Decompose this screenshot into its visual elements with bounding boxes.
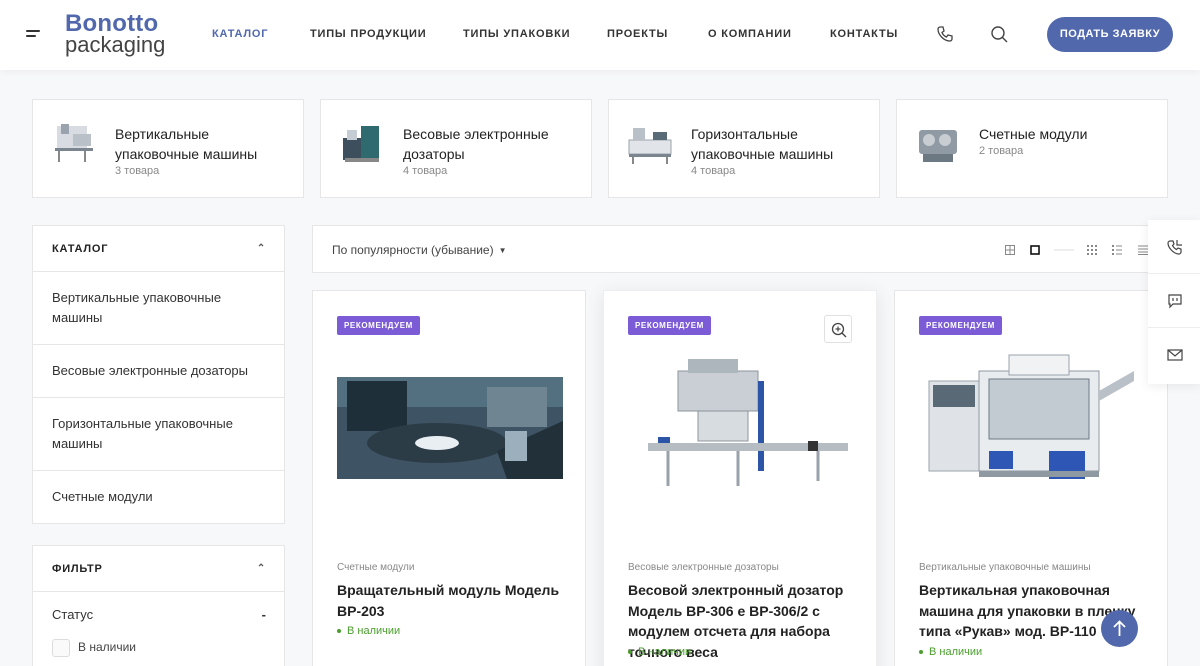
recommended-badge: РЕКОМЕНДУЕМ xyxy=(337,316,420,335)
scroll-to-top-button[interactable] xyxy=(1101,610,1138,647)
category-thumbnail xyxy=(343,126,379,162)
product-image[interactable] xyxy=(628,351,854,509)
product-category: Счетные модули xyxy=(337,562,415,573)
submit-request-button[interactable]: ПОДАТЬ ЗАЯВКУ xyxy=(1047,17,1173,52)
product-category: Вертикальные упаковочные машины xyxy=(919,562,1091,573)
stock-status: В наличии xyxy=(628,646,691,658)
filter-in-stock[interactable]: В наличии xyxy=(33,638,284,662)
sidebar-filter-header[interactable]: ФИЛЬТР ⌃ xyxy=(33,546,284,592)
stock-dot xyxy=(628,650,632,655)
stock-status: В наличии xyxy=(337,625,400,637)
logo-line2: packaging xyxy=(65,32,166,57)
zoom-in-icon xyxy=(831,322,847,338)
caret-down-icon: ▼ xyxy=(498,246,507,256)
sidebar-item-horizontal[interactable]: Горизонтальные упаковочные машины xyxy=(33,398,284,471)
category-count: 4 товара xyxy=(403,165,448,177)
stock-dot xyxy=(337,629,341,634)
sidebar-catalog-header[interactable]: КАТАЛОГ ⌃ xyxy=(33,226,284,272)
category-thumbnail xyxy=(628,128,672,164)
category-card[interactable]: Весовые электронные дозаторы 4 товара xyxy=(320,99,592,198)
product-card[interactable]: РЕКОМЕНДУЕМ Весовые электронные дозаторы… xyxy=(603,290,877,666)
product-category: Весовые электронные дозаторы xyxy=(628,562,779,573)
chat-button[interactable] xyxy=(1148,274,1200,328)
stock-label: В наличии xyxy=(638,646,692,658)
stock-label: В наличии xyxy=(347,625,401,637)
sort-bar: По популярности (убывание) ▼ xyxy=(312,225,1168,273)
nav-about[interactable]: О КОМПАНИИ xyxy=(708,28,792,40)
site-header: Bonotto packaging КАТАЛОГ ТИПЫ ПРОДУКЦИИ… xyxy=(0,0,1200,70)
category-count: 4 товара xyxy=(691,165,736,177)
stock-status: В наличии xyxy=(919,646,982,658)
divider-line xyxy=(1054,249,1074,251)
product-image[interactable] xyxy=(919,351,1145,509)
category-card[interactable]: Горизонтальные упаковочные машины 4 това… xyxy=(608,99,880,198)
phone-icon[interactable] xyxy=(936,25,954,43)
nav-product-types[interactable]: ТИПЫ ПРОДУКЦИИ xyxy=(310,28,426,40)
stock-dot xyxy=(919,650,923,655)
sidebar-item-counting[interactable]: Счетные модули xyxy=(33,471,284,523)
nav-packaging-types[interactable]: ТИПЫ УПАКОВКИ xyxy=(463,28,570,40)
category-count: 3 товара xyxy=(115,165,160,177)
nav-contacts[interactable]: КОНТАКТЫ xyxy=(830,28,898,40)
product-image[interactable] xyxy=(337,351,563,509)
chevron-up-icon[interactable]: ⌃ xyxy=(257,546,266,592)
product-card[interactable]: РЕКОМЕНДУЕМ Вертикальные упаковочные маш… xyxy=(894,290,1168,666)
zoom-button[interactable] xyxy=(824,315,852,343)
category-thumbnail xyxy=(919,130,957,162)
menu-icon[interactable] xyxy=(26,30,40,40)
stock-label: В наличии xyxy=(929,646,983,658)
sort-label: По популярности (убывание) xyxy=(332,243,494,257)
category-card[interactable]: Вертикальные упаковочные машины 3 товара xyxy=(32,99,304,198)
sidebar-catalog: КАТАЛОГ ⌃ Вертикальные упаковочные машин… xyxy=(32,225,285,524)
grid-large-icon[interactable] xyxy=(1005,245,1015,255)
sidebar-filter: ФИЛЬТР ⌃ Статус - В наличии xyxy=(32,545,285,666)
filter-status-group[interactable]: Статус - xyxy=(33,592,284,638)
in-stock-checkbox[interactable] xyxy=(52,638,70,657)
category-card[interactable]: Счетные модули 2 товара xyxy=(896,99,1168,198)
category-name: Горизонтальные упаковочные машины xyxy=(691,126,834,162)
list-compact-icon[interactable] xyxy=(1138,245,1148,255)
search-icon[interactable] xyxy=(990,25,1008,43)
mail-icon xyxy=(1167,349,1183,361)
category-name: Весовые электронные дозаторы xyxy=(403,126,549,162)
product-card[interactable]: РЕКОМЕНДУЕМ Счетные модули Вращательный … xyxy=(312,290,586,666)
chevron-up-icon[interactable]: ⌃ xyxy=(257,226,266,272)
recommended-badge: РЕКОМЕНДУЕМ xyxy=(628,316,711,335)
category-name: Вертикальные упаковочные машины xyxy=(115,126,258,162)
arrow-up-icon xyxy=(1113,620,1126,636)
sidebar-item-weighers[interactable]: Весовые электронные дозаторы xyxy=(33,345,284,398)
sidebar-item-vertical[interactable]: Вертикальные упаковочные машины xyxy=(33,272,284,345)
collapse-icon[interactable]: - xyxy=(262,592,266,638)
filter-status-label: Статус xyxy=(52,607,94,622)
category-count: 2 товара xyxy=(979,145,1024,157)
sidebar-filter-title: ФИЛЬТР xyxy=(52,563,103,575)
sort-dropdown[interactable]: По популярности (убывание) ▼ xyxy=(332,243,507,257)
recommended-badge: РЕКОМЕНДУЕМ xyxy=(919,316,1002,335)
contact-float-panel xyxy=(1148,220,1200,384)
list-icon[interactable] xyxy=(1112,245,1122,255)
callback-button[interactable] xyxy=(1148,220,1200,274)
chat-icon xyxy=(1168,294,1182,309)
nav-projects[interactable]: ПРОЕКТЫ xyxy=(607,28,668,40)
category-thumbnail xyxy=(55,124,93,162)
email-button[interactable] xyxy=(1148,328,1200,382)
nav-catalog[interactable]: КАТАЛОГ xyxy=(212,28,268,40)
in-stock-label: В наличии xyxy=(78,640,137,654)
sidebar-catalog-title: КАТАЛОГ xyxy=(52,243,109,255)
grid-small-icon[interactable] xyxy=(1087,245,1097,255)
callback-phone-icon xyxy=(1167,240,1182,255)
grid-single-icon[interactable] xyxy=(1030,245,1040,255)
logo[interactable]: Bonotto packaging xyxy=(65,12,165,56)
category-name: Счетные модули xyxy=(979,126,1088,142)
product-title[interactable]: Вращательный модуль Модель BP-203 xyxy=(337,580,569,621)
